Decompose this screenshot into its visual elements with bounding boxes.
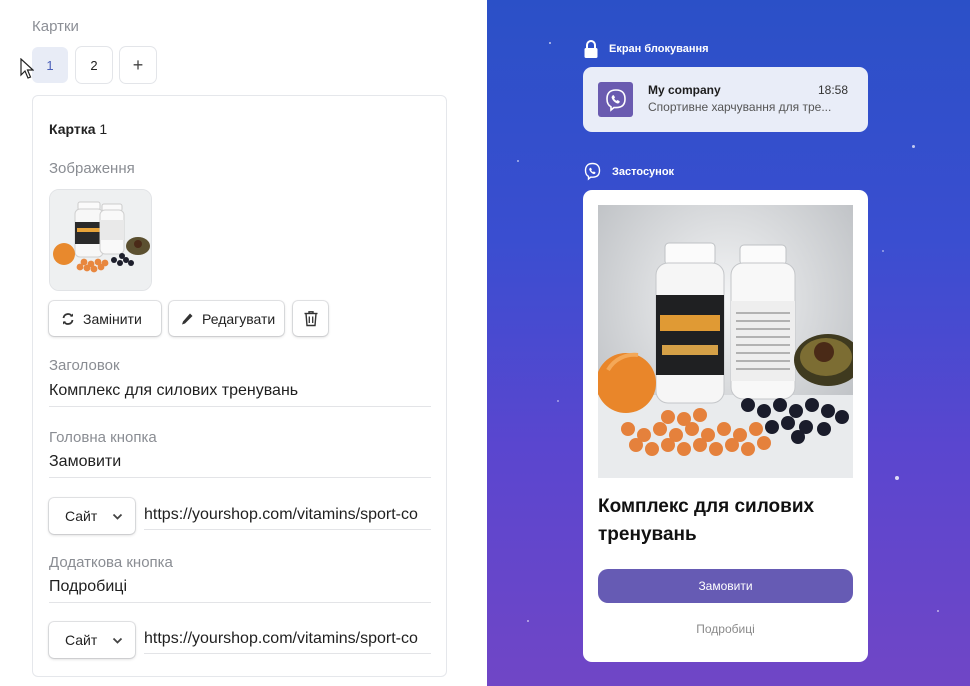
pencil-icon	[182, 313, 193, 324]
viber-icon	[605, 88, 626, 112]
lock-screen-label: Екран блокування	[609, 43, 709, 55]
app-label: Застосунок	[612, 165, 675, 178]
main-link-type-value: Сайт	[65, 508, 98, 524]
main-button-input[interactable]: Замовити	[49, 453, 121, 471]
main-button-underline	[49, 477, 431, 478]
main-button-label: Головна кнопка	[49, 429, 157, 446]
image-thumbnail[interactable]	[49, 189, 152, 291]
preview-details-link[interactable]: Подробиці	[598, 622, 853, 636]
main-url-input[interactable]: https://yourshop.com/vitamins/sport-co	[144, 506, 431, 524]
extra-url-underline	[144, 653, 431, 654]
card-form-title-label: Картка	[49, 121, 96, 137]
viber-app-icon	[598, 82, 633, 117]
extra-link-type-select[interactable]: Сайт	[49, 622, 135, 658]
star	[527, 620, 529, 622]
notification-text: Спортивне харчування для тре...	[648, 100, 832, 114]
card-form: Картка 1 Зображення Замінити Редагувати …	[32, 95, 447, 677]
tab-card-2[interactable]: 2	[76, 47, 112, 83]
product-thumbnail-image	[50, 190, 151, 290]
notification-time: 18:58	[817, 83, 848, 97]
heading-underline	[49, 406, 431, 407]
tab-card-1[interactable]: 1	[32, 47, 68, 83]
rich-card-preview: Комплекс для силових тренувань Замовити …	[583, 190, 868, 662]
chevron-down-icon	[112, 637, 123, 644]
lock-icon	[584, 40, 598, 58]
extra-button-label: Додаткова кнопка	[49, 554, 173, 571]
delete-image-button[interactable]	[293, 301, 328, 336]
product-photo	[598, 205, 853, 478]
heading-label: Заголовок	[49, 357, 120, 374]
replace-image-label: Замінити	[83, 310, 142, 327]
card-form-title-number: 1	[99, 121, 108, 137]
product-image	[598, 205, 853, 478]
card-form-title: Картка 1	[49, 121, 107, 137]
star	[882, 250, 884, 252]
card-tabs: 1 2 +	[32, 47, 156, 83]
mouse-cursor-icon	[20, 58, 34, 79]
preview-card-title: Комплекс для силових тренувань	[598, 496, 815, 545]
extra-button-underline	[49, 602, 431, 603]
section-title: Картки	[32, 18, 79, 35]
main-link-type-select[interactable]: Сайт	[49, 498, 135, 534]
extra-url-input[interactable]: https://yourshop.com/vitamins/sport-co	[144, 630, 431, 648]
add-card-button[interactable]: +	[120, 47, 156, 83]
app-heading: Застосунок	[583, 162, 674, 181]
preview-order-button[interactable]: Замовити	[598, 569, 853, 603]
star	[517, 160, 519, 162]
extra-button-input[interactable]: Подробиці	[49, 578, 127, 596]
edit-image-label: Редагувати	[202, 310, 276, 327]
star	[912, 145, 915, 148]
star	[549, 42, 551, 44]
image-label: Зображення	[49, 160, 135, 177]
star	[937, 610, 939, 612]
star	[557, 400, 559, 402]
main-url-underline	[144, 529, 431, 530]
heading-input[interactable]: Комплекс для силових тренувань	[49, 382, 298, 400]
chevron-down-icon	[112, 513, 123, 520]
replace-image-button[interactable]: Замінити	[49, 301, 161, 336]
card-editor: Картки 1 2 + Картка 1 Зображення Замінит…	[0, 0, 487, 686]
message-preview: Екран блокування My company 18:58 Спорти…	[487, 0, 970, 686]
viber-icon	[584, 162, 601, 181]
refresh-icon	[62, 312, 74, 325]
extra-link-type-value: Сайт	[65, 632, 98, 648]
edit-image-button[interactable]: Редагувати	[169, 301, 284, 336]
star	[895, 476, 899, 480]
lock-screen-notification: My company 18:58 Спортивне харчування дл…	[583, 67, 868, 132]
notification-sender: My company	[648, 83, 721, 97]
lock-screen-heading: Екран блокування	[583, 39, 709, 59]
trash-icon	[304, 311, 317, 327]
